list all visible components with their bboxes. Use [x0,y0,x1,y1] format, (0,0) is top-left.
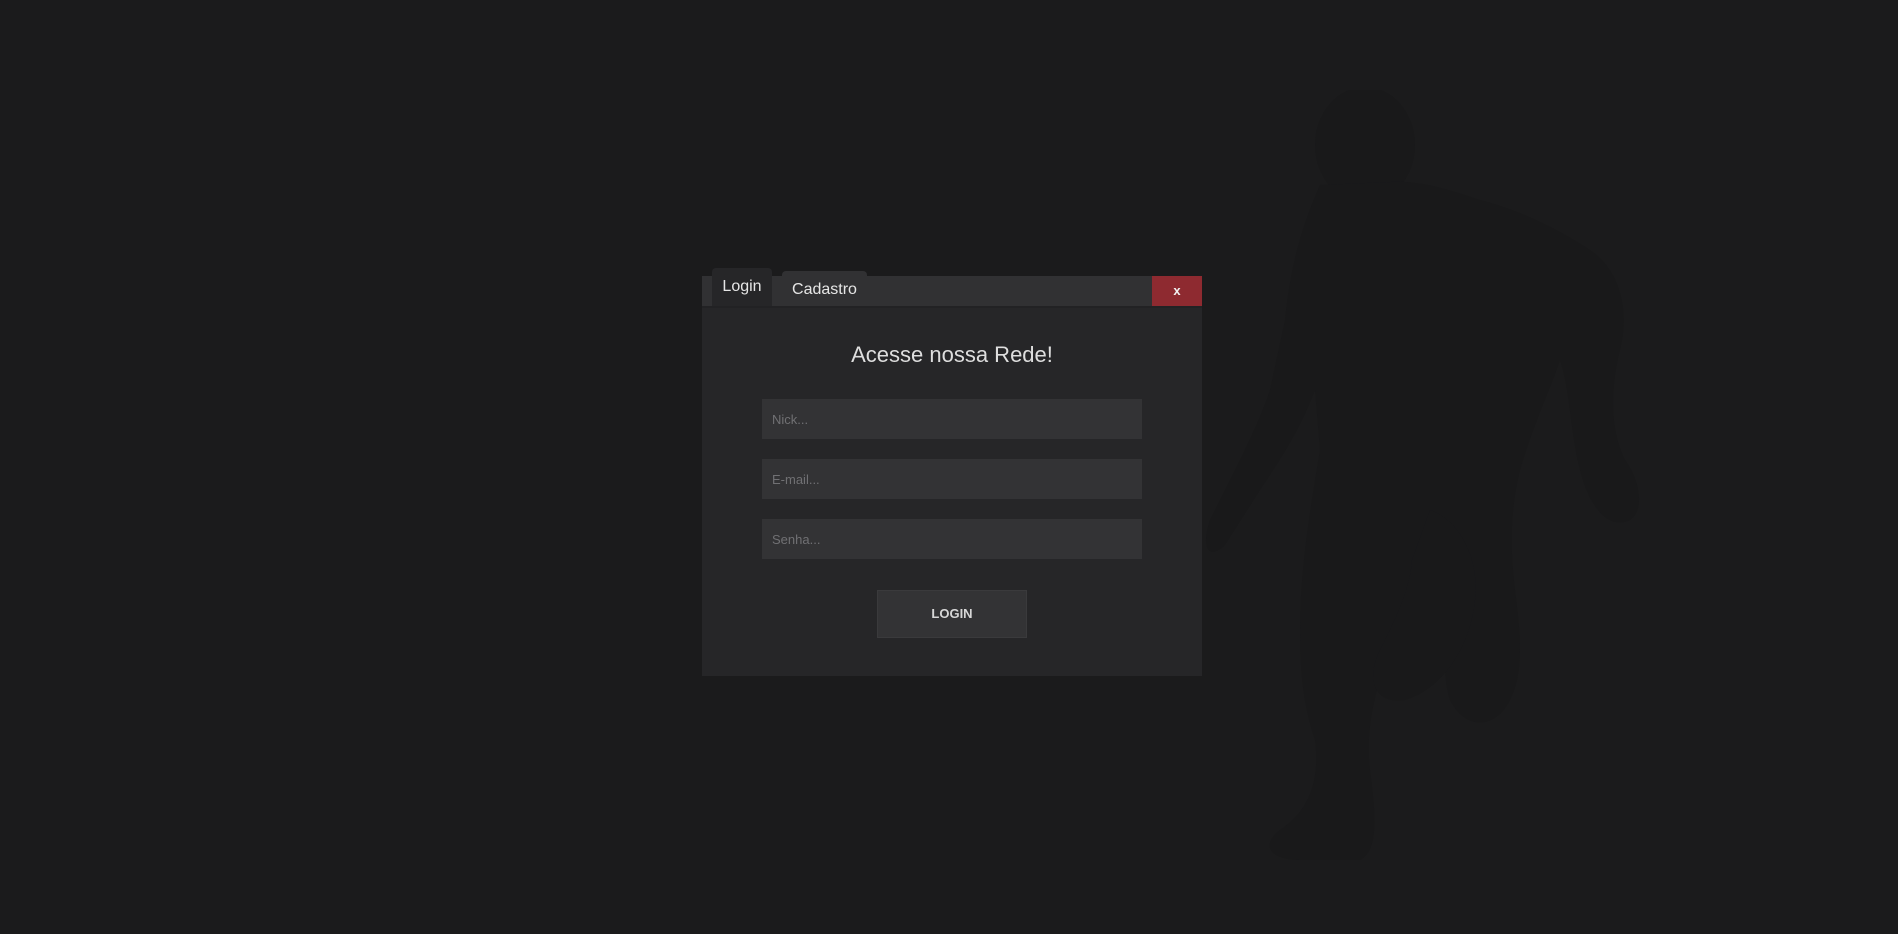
player-silhouette-image [1205,90,1640,861]
nick-input[interactable] [762,399,1142,439]
tab-login[interactable]: Login [712,268,772,306]
modal-title: Acesse nossa Rede! [851,342,1053,367]
email-input[interactable] [762,459,1142,499]
tab-bar-divider [702,306,1202,308]
tab-cadastro[interactable]: Cadastro [782,271,867,306]
login-button[interactable]: LOGIN [877,590,1027,638]
login-modal: Cadastro Login x Acesse nossa Rede! LOGI… [702,268,1202,676]
password-input[interactable] [762,519,1142,559]
close-button[interactable]: x [1152,276,1202,306]
page-background: Cadastro Login x Acesse nossa Rede! LOGI… [0,0,1898,934]
modal-tab-bar [702,276,1202,306]
